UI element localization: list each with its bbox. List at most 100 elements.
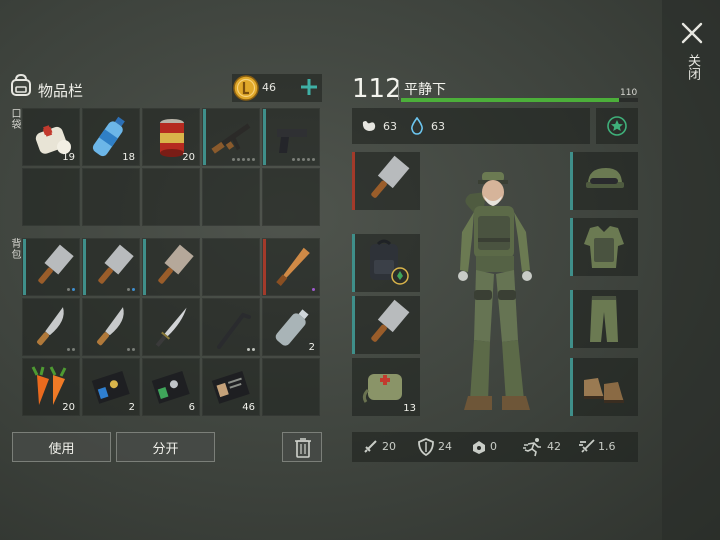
crowbar-icon: [217, 312, 251, 349]
baseball-bat-icon: [276, 247, 310, 287]
coin-icon: [233, 75, 259, 101]
inventory-slot[interactable]: [202, 238, 260, 296]
item-quantity: 19: [62, 152, 75, 163]
equip-slot-feet[interactable]: [570, 358, 638, 416]
pockets-label: 口袋: [9, 108, 20, 130]
inventory-slot[interactable]: [82, 298, 140, 356]
inventory-slot[interactable]: 2: [82, 358, 140, 416]
sword-icon: [364, 440, 377, 453]
machete-icon: [97, 307, 124, 346]
pistol-icon: [277, 129, 307, 153]
backpack-icon: [370, 239, 409, 285]
close-icon[interactable]: [681, 22, 703, 44]
inventory-title: 物品栏: [38, 82, 84, 100]
machete-icon: [37, 307, 64, 346]
mood-status: 平静下: [404, 82, 446, 98]
character-level: 112: [352, 74, 402, 104]
equip-slot-body[interactable]: [570, 218, 638, 276]
durability-bar: [352, 152, 355, 210]
inventory-slot[interactable]: [262, 358, 320, 416]
assault-rifle-icon: [211, 123, 251, 154]
item-quantity: 6: [188, 402, 195, 413]
item-quantity: 46: [242, 402, 255, 413]
durability-bar: [23, 239, 26, 295]
durability-dots: [67, 348, 75, 351]
item-quantity: 20: [182, 152, 195, 163]
inventory-slot[interactable]: [262, 108, 320, 166]
inventory-slot[interactable]: [22, 168, 80, 226]
attack-speed-value: 1.6: [598, 440, 616, 453]
add-coins-button[interactable]: [298, 76, 320, 98]
durability-bar: [570, 152, 573, 210]
shield-icon: [418, 438, 434, 456]
equip-slot-weapon[interactable]: [352, 152, 420, 210]
combat-stats: 20 24 0 42 1.6: [352, 432, 638, 462]
durability-bar: [570, 290, 573, 348]
inventory-slot[interactable]: [82, 238, 140, 296]
equip-slot-legs[interactable]: [570, 290, 638, 348]
item-quantity: 2: [308, 342, 315, 353]
inventory-slot[interactable]: 6: [142, 358, 200, 416]
inventory-slot[interactable]: 20: [142, 108, 200, 166]
favorite-button[interactable]: [596, 108, 638, 144]
durability-dots: [127, 348, 135, 351]
inventory-slot[interactable]: 46: [202, 358, 260, 416]
cleaver-icon: [38, 244, 74, 284]
camo-pants-icon: [590, 296, 618, 342]
trash-button[interactable]: [282, 432, 322, 462]
durability-bar: [570, 358, 573, 416]
attack-speed-icon: [579, 439, 595, 453]
durability-dots: [67, 288, 75, 291]
durability-bar: [263, 109, 266, 165]
stomach-icon: [362, 121, 376, 131]
inventory-slot[interactable]: [82, 168, 140, 226]
item-quantity: 2: [128, 402, 135, 413]
backpack-icon: [11, 73, 31, 96]
cleaver-icon: [158, 244, 194, 284]
inventory-slot[interactable]: [142, 238, 200, 296]
equip-slot-head[interactable]: [570, 152, 638, 210]
inventory-slot[interactable]: [142, 168, 200, 226]
inventory-slot[interactable]: [22, 238, 80, 296]
durability-dots: [292, 158, 315, 161]
attack-value: 20: [382, 440, 396, 453]
cleaver-icon: [98, 244, 134, 284]
camo-vest-icon: [584, 226, 624, 268]
inventory-slot[interactable]: [22, 298, 80, 356]
inventory-slot[interactable]: [202, 108, 260, 166]
inventory-slot[interactable]: [262, 168, 320, 226]
inventory-slot[interactable]: [202, 168, 260, 226]
inventory-slot[interactable]: 2: [262, 298, 320, 356]
inventory-slot[interactable]: 20: [22, 358, 80, 416]
equip-slot-weapon-2[interactable]: [352, 296, 420, 354]
radiation-icon: [473, 441, 485, 454]
durability-bar: [203, 109, 206, 165]
hunger-value: 63: [383, 120, 397, 133]
close-label[interactable]: 关闭: [684, 54, 700, 80]
split-button[interactable]: 分开: [116, 432, 215, 462]
inventory-slot[interactable]: [142, 298, 200, 356]
coin-display: 46: [232, 74, 322, 102]
boots-icon: [584, 378, 624, 403]
durability-dots: [247, 348, 255, 351]
use-button[interactable]: 使用: [12, 432, 111, 462]
divider: [398, 80, 399, 100]
speed-value: 42: [547, 440, 561, 453]
equip-slot-medkit[interactable]: 13: [352, 358, 420, 416]
inventory-slot[interactable]: 18: [82, 108, 140, 166]
inventory-slot[interactable]: [262, 238, 320, 296]
backpack-label: 背包: [9, 238, 20, 260]
item-quantity: 20: [62, 402, 75, 413]
inventory-slot[interactable]: [202, 298, 260, 356]
cleaver-icon: [371, 299, 410, 342]
item-quantity: 18: [122, 152, 135, 163]
camo-cap-icon: [586, 168, 624, 188]
durability-bar: [263, 239, 266, 295]
xp-bar: [401, 98, 638, 102]
equip-slot-backpack[interactable]: [352, 234, 420, 292]
defense-value: 24: [438, 440, 452, 453]
thirst-value: 63: [431, 120, 445, 133]
water-drop-icon: [411, 117, 423, 135]
inventory-slot[interactable]: 19: [22, 108, 80, 166]
durability-dots: [232, 158, 255, 161]
